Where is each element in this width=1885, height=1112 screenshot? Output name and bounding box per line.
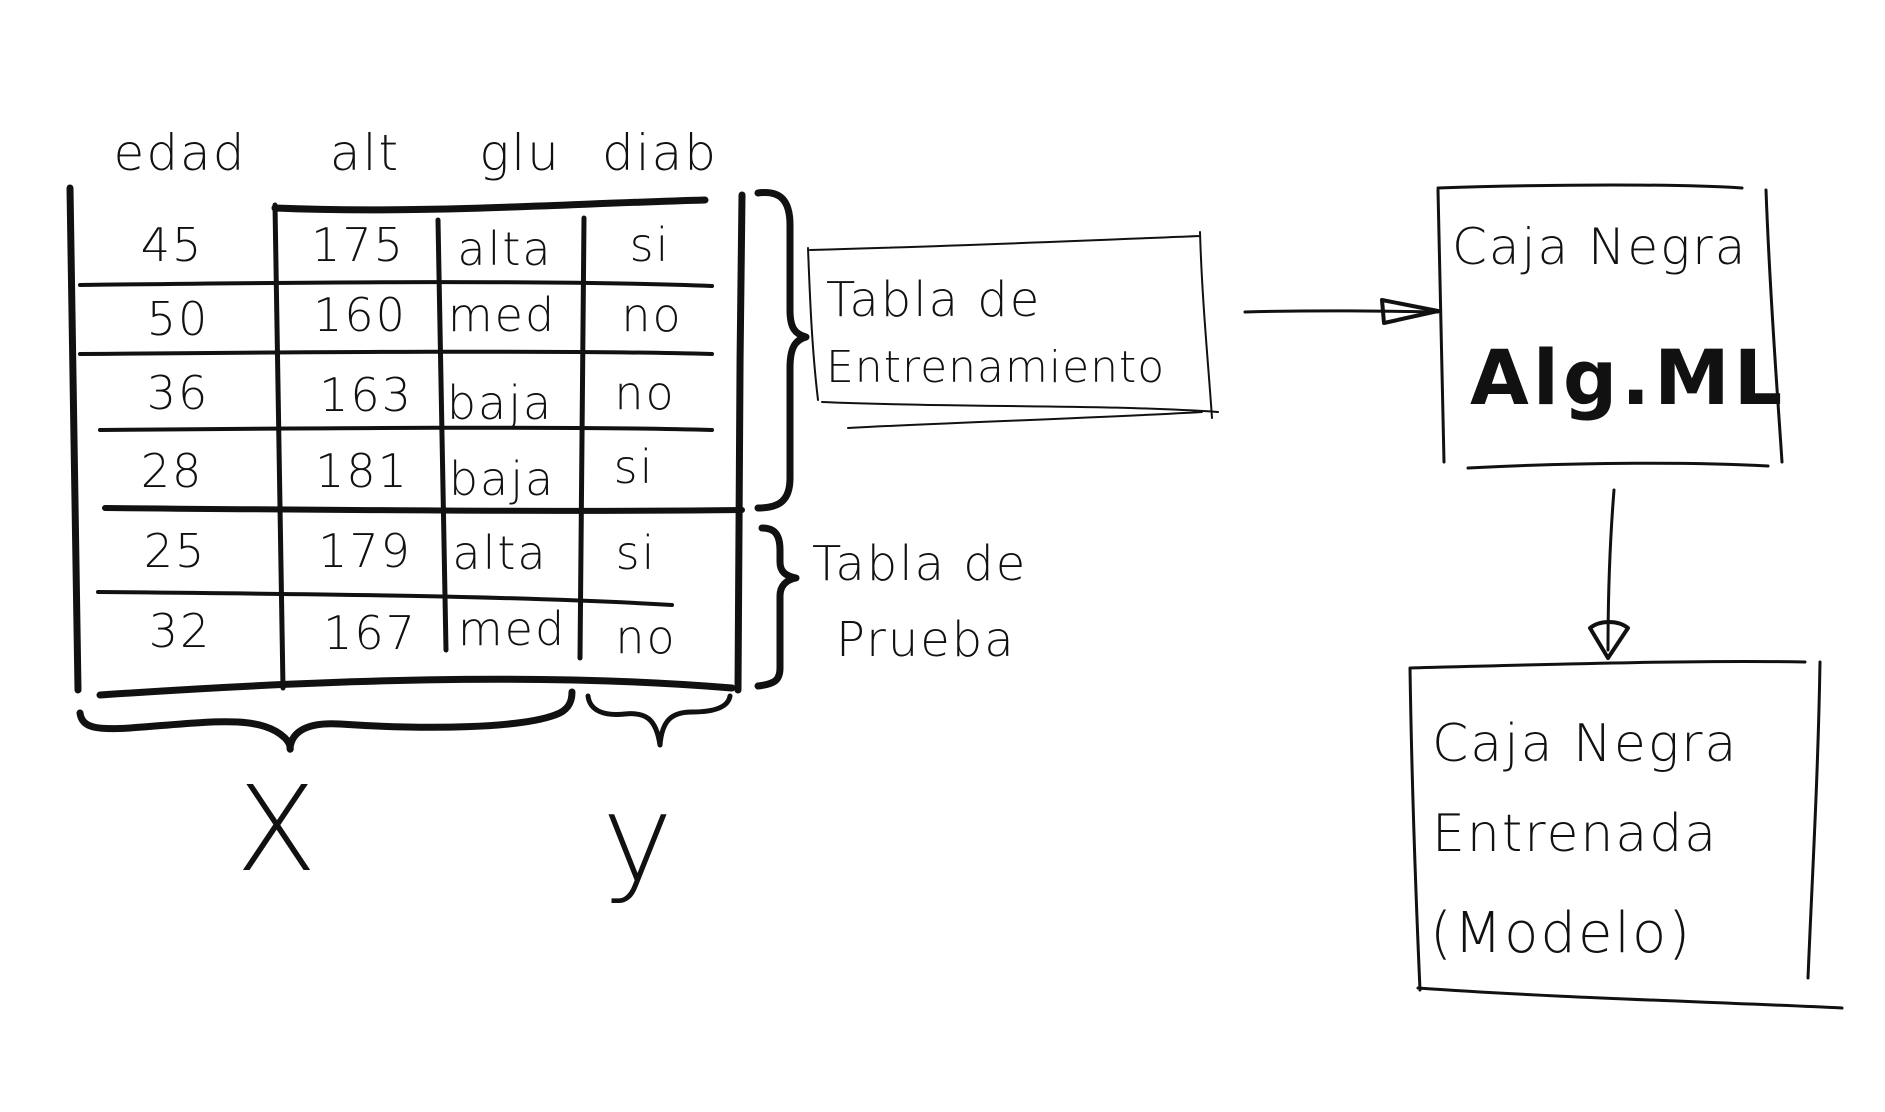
table-cell: med [447, 288, 557, 342]
header-edad: edad [113, 124, 247, 182]
training-label-line2: Entrenamiento [826, 342, 1166, 393]
black-box-title: Caja Negra [1452, 218, 1748, 276]
table-cell: baja [446, 376, 554, 430]
model-box-line2: Entrenada [1432, 804, 1719, 864]
table-cell: 36 [146, 366, 210, 420]
test-brace [754, 524, 800, 690]
table-cell: 25 [143, 524, 207, 578]
table-cell: med [457, 602, 567, 656]
table-cell: 167 [323, 606, 417, 660]
table-cell: 28 [140, 444, 204, 498]
row-divider-1 [78, 280, 714, 288]
x-bracket [76, 688, 576, 753]
table-cell: 32 [148, 604, 212, 658]
arrow-to-model-shaft [1606, 488, 1616, 652]
arrow-to-black-box-shaft [1243, 309, 1440, 314]
row-divider-4 [102, 505, 745, 514]
table-cell: 163 [319, 368, 413, 422]
table-cell: no [621, 288, 683, 342]
column-divider-1 [272, 202, 286, 691]
test-label-line2: Prueba [836, 612, 1016, 668]
table-cell: 179 [318, 524, 412, 578]
model-box-line1: Caja Negra [1432, 714, 1739, 774]
y-label: y [602, 770, 676, 909]
table-right-border [734, 191, 746, 694]
header-glu: glu [479, 124, 561, 182]
table-cell: baja [448, 452, 556, 506]
test-label-line1: Tabla de [812, 536, 1028, 592]
table-cell: 45 [140, 218, 204, 272]
table-cell: 160 [313, 288, 407, 342]
black-box-algorithm: Alg.ML [1470, 333, 1787, 422]
row-divider-2 [78, 349, 714, 356]
y-bracket [585, 693, 733, 748]
training-label-line1: Tabla de [826, 272, 1042, 328]
training-box-border [807, 231, 1219, 429]
table-cell: alta [452, 526, 548, 580]
table-cell: no [614, 366, 676, 420]
table-cell: 175 [311, 218, 405, 272]
table-top-border [271, 196, 709, 214]
row-divider-3 [98, 425, 714, 432]
table-cell: alta [457, 222, 553, 276]
table-cell: no [615, 610, 677, 664]
table-cell: si [629, 218, 671, 272]
x-label: X [236, 760, 319, 898]
header-diab: diab [601, 124, 719, 182]
table-bottom-border [96, 675, 736, 699]
column-divider-2 [435, 217, 449, 653]
model-box-line3: (Modelo) [1430, 901, 1693, 966]
training-brace [754, 188, 810, 512]
table-left-border [66, 184, 82, 694]
table-cell: 50 [146, 292, 210, 346]
table-cell: si [613, 440, 655, 494]
header-alt: alt [329, 124, 401, 182]
table-cell: si [615, 526, 657, 580]
table-cell: 181 [315, 444, 409, 498]
